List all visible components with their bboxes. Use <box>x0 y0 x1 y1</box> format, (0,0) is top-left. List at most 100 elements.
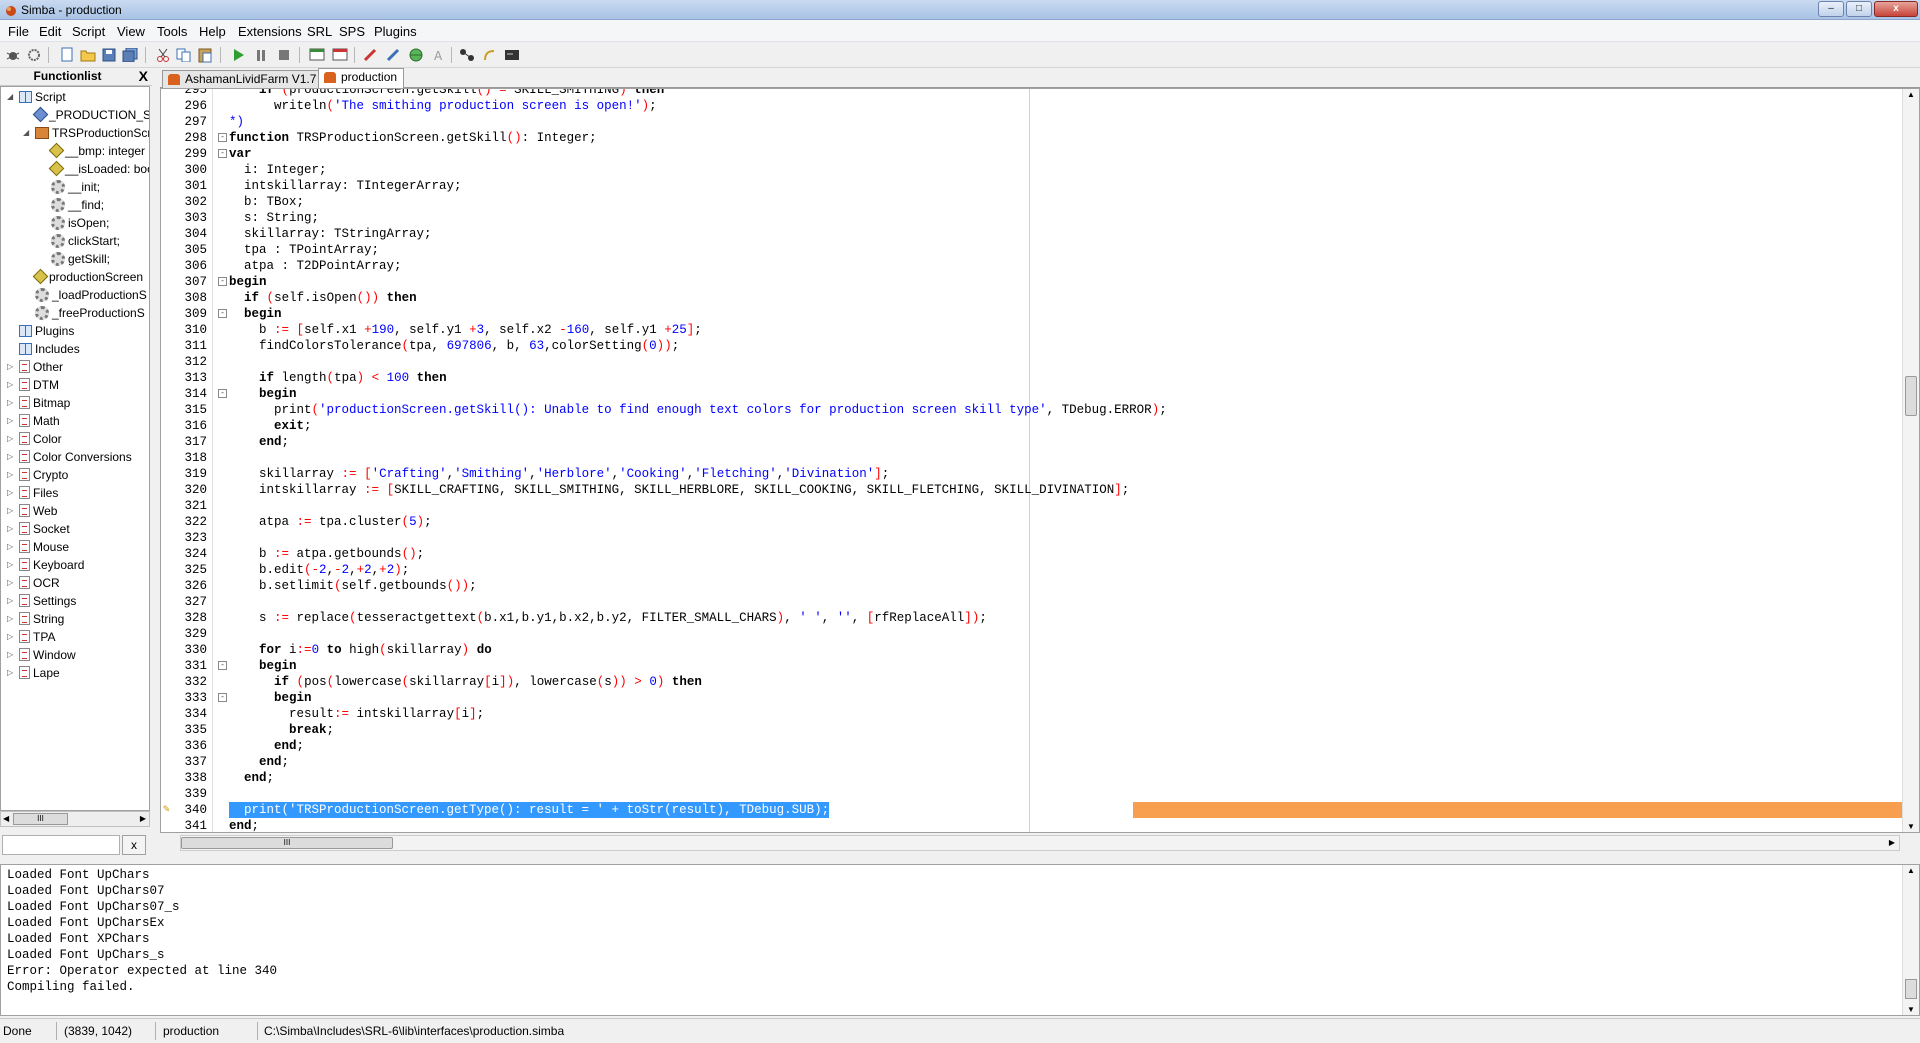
tree-item[interactable]: ▷ Web <box>7 502 57 519</box>
tree-item[interactable]: __bmp: integer <box>48 142 145 159</box>
function-tree[interactable]: ◢ Script _PRODUCTION_SL ◢ TRSProductionScr __… <box>0 86 150 811</box>
code-line[interactable]: 299 - var <box>161 146 1881 162</box>
scroll-right-icon[interactable]: ▶ <box>1889 838 1895 847</box>
cut-icon[interactable] <box>154 46 172 64</box>
pause-icon[interactable] <box>252 46 270 64</box>
globe-icon[interactable] <box>407 46 425 64</box>
menu-plugins[interactable]: Plugins <box>374 24 417 39</box>
debug-output[interactable]: Loaded Font UpChars Loaded Font UpChars07… <box>0 864 1920 1016</box>
output-vscroll-thumb[interactable] <box>1905 979 1917 999</box>
code-line[interactable]: 335 break; <box>161 722 1881 738</box>
code-line[interactable]: 297 *) <box>161 114 1881 130</box>
tab-production[interactable]: production <box>318 68 405 89</box>
fold-toggle-icon[interactable]: - <box>218 277 227 286</box>
menu-file[interactable]: File <box>8 24 29 39</box>
close-button[interactable]: x <box>1874 1 1918 17</box>
code-line[interactable]: 310 b := [self.x1 +190, self.y1 +3, self… <box>161 322 1881 338</box>
tree-item[interactable]: ▷ Keyboard <box>7 556 84 573</box>
tree-item[interactable]: _loadProductionS <box>35 286 147 303</box>
tree-item[interactable]: ▷ OCR <box>7 574 60 591</box>
tree-item[interactable]: ◢ TRSProductionScr <box>23 124 149 141</box>
fold-toggle-icon[interactable]: - <box>218 309 227 318</box>
expand-icon[interactable]: ▷ <box>7 614 13 623</box>
code-line[interactable]: 318 <box>161 450 1881 466</box>
tree-item[interactable]: _freeProductionS <box>35 304 145 321</box>
code-line[interactable]: 326 b.setlimit(self.getbounds()); <box>161 578 1881 594</box>
expand-icon[interactable]: ▷ <box>7 506 13 515</box>
run-icon[interactable] <box>229 46 247 64</box>
code-line[interactable]: 300 i: Integer; <box>161 162 1881 178</box>
functionlist-hscroll[interactable]: ◀ III ▶ <box>0 811 150 827</box>
new-file-icon[interactable] <box>58 46 76 64</box>
output-vscroll[interactable]: ▲ ▼ <box>1902 865 1919 1015</box>
tree-item[interactable]: ▷ Color <box>7 430 62 447</box>
code-line[interactable]: 298 - function TRSProductionScreen.getSkil… <box>161 130 1881 146</box>
code-line[interactable]: 327 <box>161 594 1881 610</box>
code-editor[interactable]: 295 if (productionScreen.getSkill() = SK… <box>160 88 1920 833</box>
tree-item[interactable]: ▷ TPA <box>7 628 55 645</box>
code-line[interactable]: 333 - begin <box>161 690 1881 706</box>
tree-item[interactable]: Plugins <box>19 322 74 339</box>
functionlist-search-input[interactable] <box>2 835 120 855</box>
search-clear-button[interactable]: x <box>122 835 146 855</box>
code-line[interactable]: 304 skillarray: TStringArray; <box>161 226 1881 242</box>
scroll-down-icon[interactable]: ▼ <box>1907 822 1915 831</box>
panel-splitter[interactable] <box>0 855 1920 863</box>
tree-item[interactable]: ▷ Other <box>7 358 63 375</box>
scroll-down-icon[interactable]: ▼ <box>1907 1005 1915 1014</box>
menu-extensions[interactable]: Extensions <box>238 24 302 39</box>
expand-icon[interactable]: ▷ <box>7 470 13 479</box>
terminal-icon[interactable] <box>503 46 521 64</box>
scroll-up-icon[interactable]: ▲ <box>1907 90 1915 99</box>
code-line[interactable]: 296 writeln('The smithing production scr… <box>161 98 1881 114</box>
bug-icon[interactable] <box>4 46 22 64</box>
expand-icon[interactable]: ▷ <box>7 416 13 425</box>
tab-ashamanlividfarm[interactable]: AshamanLividFarm V1.7 <box>162 70 324 89</box>
tree-item[interactable]: ▷ Settings <box>7 592 76 609</box>
expand-icon[interactable]: ▷ <box>7 632 13 641</box>
minimize-button[interactable]: – <box>1818 1 1844 17</box>
code-line[interactable]: 313 if length(tpa) < 100 then <box>161 370 1881 386</box>
editor-hscroll[interactable]: III ▶ <box>180 835 1900 851</box>
tree-item[interactable]: ▷ Socket <box>7 520 70 537</box>
expand-icon[interactable]: ▷ <box>7 542 13 551</box>
collapse-icon[interactable]: ◢ <box>7 92 13 101</box>
maximize-button[interactable]: □ <box>1846 1 1872 17</box>
expand-icon[interactable]: ▷ <box>7 524 13 533</box>
code-line[interactable]: 316 exit; <box>161 418 1881 434</box>
code-line[interactable]: 303 s: String; <box>161 210 1881 226</box>
tree-item[interactable]: Includes <box>19 340 80 357</box>
tree-item[interactable]: ▷ Crypto <box>7 466 68 483</box>
tree-item[interactable]: ▷ String <box>7 610 64 627</box>
code-line[interactable]: 331 - begin <box>161 658 1881 674</box>
code-line[interactable]: 341 end; <box>161 818 1881 832</box>
code-line[interactable]: 328 s := replace(tesseractgettext(b.x1,b… <box>161 610 1881 626</box>
editor-vscroll[interactable]: ▲ ▼ <box>1902 89 1919 832</box>
tree-item[interactable]: _PRODUCTION_SL <box>32 106 149 123</box>
expand-icon[interactable]: ▷ <box>7 578 13 587</box>
code-line[interactable]: 325 b.edit(-2,-2,+2,+2); <box>161 562 1881 578</box>
expand-icon[interactable]: ▷ <box>7 362 13 371</box>
menu-tools[interactable]: Tools <box>157 24 187 39</box>
save-all-icon[interactable] <box>121 46 139 64</box>
expand-icon[interactable]: ▷ <box>7 380 13 389</box>
code-line[interactable]: 309 - begin <box>161 306 1881 322</box>
fold-toggle-icon[interactable]: - <box>218 693 227 702</box>
gear-bug-icon[interactable] <box>25 46 43 64</box>
code-line[interactable]: 311 findColorsTolerance(tpa, 697806, b, … <box>161 338 1881 354</box>
expand-icon[interactable]: ▷ <box>7 488 13 497</box>
expand-icon[interactable]: ▷ <box>7 650 13 659</box>
open-file-icon[interactable] <box>79 46 97 64</box>
target-window-icon[interactable] <box>308 46 326 64</box>
tree-item[interactable]: productionScreen <box>32 268 143 285</box>
code-line[interactable]: 339 <box>161 786 1881 802</box>
tree-item[interactable]: ▷ DTM <box>7 376 59 393</box>
tree-item[interactable]: ▷ Color Conversions <box>7 448 132 465</box>
tree-item[interactable]: __init; <box>51 178 100 195</box>
code-line[interactable]: 319 skillarray := ['Crafting','Smithing'… <box>161 466 1881 482</box>
expand-icon[interactable]: ▷ <box>7 596 13 605</box>
tree-item[interactable]: ▷ Lape <box>7 664 60 681</box>
tree-item[interactable]: getSkill; <box>51 250 110 267</box>
functionlist-close-button[interactable]: X <box>139 68 148 84</box>
tree-item[interactable]: __find; <box>51 196 104 213</box>
